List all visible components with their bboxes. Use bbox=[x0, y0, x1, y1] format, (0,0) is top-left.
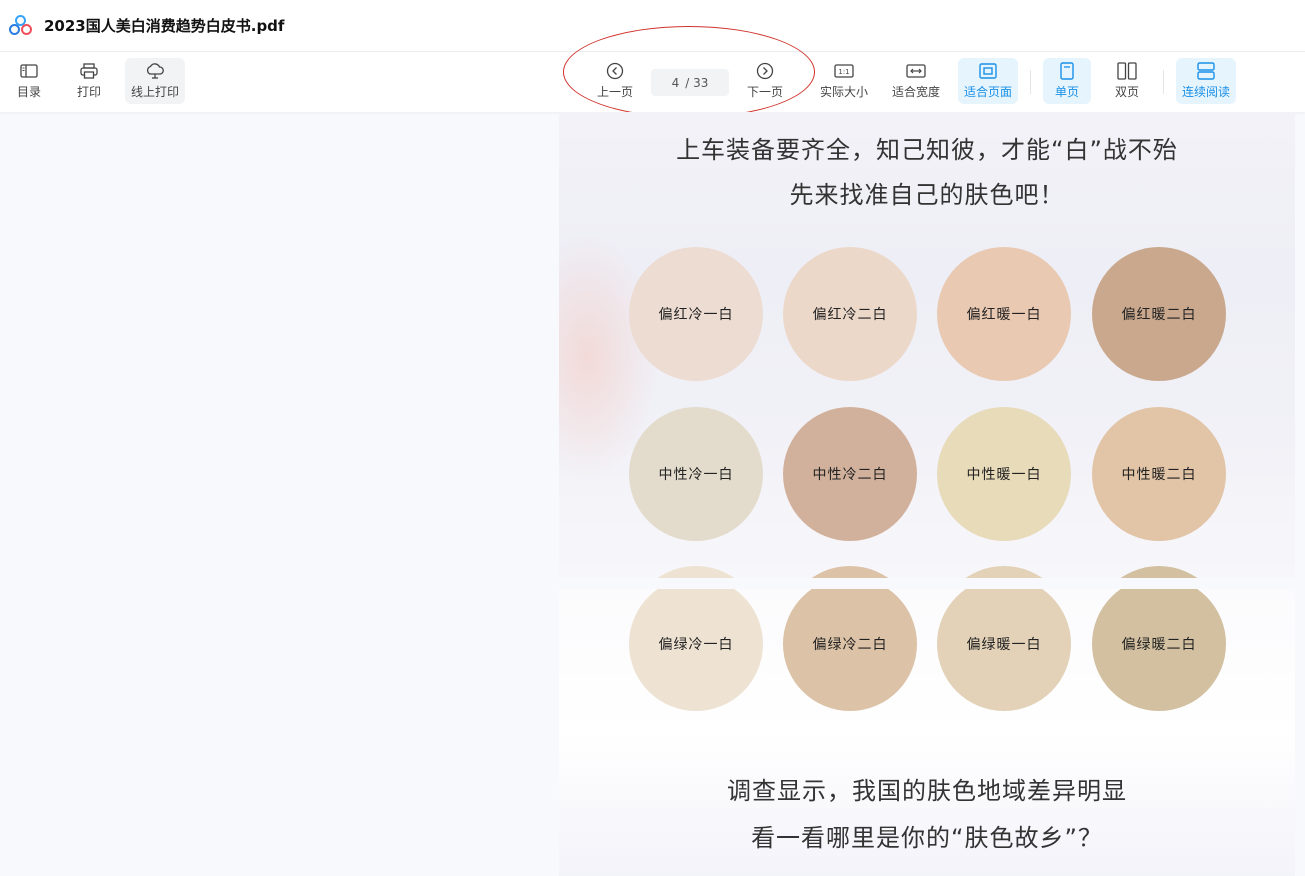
fit-width-icon bbox=[906, 62, 926, 80]
skin-tone-swatch: 中性暖一白 bbox=[937, 407, 1071, 541]
pdf-page: 偏绿冷一白 偏绿冷二白 偏绿暖一白 偏绿暖二白 调查显示，我国的肤色地域差异明显… bbox=[559, 589, 1295, 876]
single-page-label: 单页 bbox=[1054, 85, 1079, 99]
single-page-button[interactable]: 单页 bbox=[1043, 58, 1091, 104]
toolbar-divider bbox=[1030, 70, 1031, 94]
continuous-read-label: 连续阅读 bbox=[1181, 85, 1230, 99]
pdf-page: 上车装备要齐全，知己知彼，才能“白”战不殆 先来找准自己的肤色吧！ 偏红冷一白 … bbox=[559, 112, 1295, 578]
toolbar: 目录 打印 线上打印 上一页 4 / 33 下一页 1:1 实际大小 适合宽度 … bbox=[0, 52, 1305, 112]
skin-tone-swatch-partial bbox=[937, 566, 1071, 578]
chevron-left-circle-icon bbox=[606, 62, 624, 80]
continuous-read-button[interactable]: 连续阅读 bbox=[1176, 58, 1236, 104]
skin-tone-swatch: 偏红冷一白 bbox=[629, 247, 763, 381]
page-headline-4: 看一看哪里是你的“肤色故乡”？ bbox=[751, 824, 1103, 852]
skin-tone-swatch: 中性冷一白 bbox=[629, 407, 763, 541]
toolbar-divider bbox=[1163, 70, 1164, 94]
toc-label: 目录 bbox=[16, 85, 41, 99]
print-label: 打印 bbox=[76, 85, 101, 99]
total-pages: / 33 bbox=[685, 75, 709, 90]
skin-tone-swatch: 偏红暖二白 bbox=[1092, 247, 1226, 381]
skin-tone-swatch: 偏红冷二白 bbox=[783, 247, 917, 381]
skin-tone-swatch-partial bbox=[1092, 566, 1226, 578]
document-title: 2023国人美白消费趋势白皮书.pdf bbox=[44, 17, 285, 35]
fit-page-label: 适合页面 bbox=[963, 85, 1012, 99]
current-page-input[interactable]: 4 bbox=[672, 76, 680, 90]
actual-size-label: 实际大小 bbox=[819, 85, 868, 99]
online-print-label: 线上打印 bbox=[130, 85, 179, 99]
cloud-icon bbox=[145, 62, 165, 80]
fit-page-button[interactable]: 适合页面 bbox=[958, 58, 1018, 104]
chevron-right-circle-icon bbox=[756, 62, 774, 80]
page-headline-1: 上车装备要齐全，知己知彼，才能“白”战不殆 bbox=[676, 136, 1178, 164]
skin-tone-swatch: 偏绿冷一白 bbox=[629, 589, 763, 711]
skin-tone-swatch-partial bbox=[629, 566, 763, 578]
actual-size-icon: 1:1 bbox=[834, 62, 854, 80]
app-logo-icon bbox=[9, 14, 33, 37]
page-headline-3: 调查显示，我国的肤色地域差异明显 bbox=[727, 777, 1127, 805]
fit-width-label: 适合宽度 bbox=[891, 85, 940, 99]
skin-tone-swatch: 偏绿暖一白 bbox=[937, 589, 1071, 711]
skin-tone-swatch: 偏红暖一白 bbox=[937, 247, 1071, 381]
double-page-label: 双页 bbox=[1114, 85, 1139, 99]
page-number-box[interactable]: 4 / 33 bbox=[651, 69, 729, 96]
skin-tone-swatch: 偏绿冷二白 bbox=[783, 589, 917, 711]
prev-page-button[interactable]: 上一页 bbox=[592, 58, 638, 104]
toc-button[interactable]: 目录 bbox=[8, 58, 50, 104]
skin-tone-swatch: 中性暖二白 bbox=[1092, 407, 1226, 541]
printer-icon bbox=[80, 62, 98, 80]
actual-size-button[interactable]: 1:1 实际大小 bbox=[815, 58, 873, 104]
online-print-button[interactable]: 线上打印 bbox=[125, 58, 185, 104]
print-button[interactable]: 打印 bbox=[68, 58, 110, 104]
continuous-read-icon bbox=[1197, 62, 1215, 80]
skin-tone-swatch-partial bbox=[783, 566, 917, 578]
skin-tone-swatch: 中性冷二白 bbox=[783, 407, 917, 541]
fit-page-icon bbox=[979, 62, 997, 80]
svg-text:1:1: 1:1 bbox=[838, 68, 849, 76]
sidebar-icon bbox=[20, 62, 38, 80]
page-headline-2: 先来找准自己的肤色吧！ bbox=[789, 181, 1065, 209]
prev-page-label: 上一页 bbox=[596, 85, 633, 99]
next-page-button[interactable]: 下一页 bbox=[742, 58, 788, 104]
title-bar: 2023国人美白消费趋势白皮书.pdf bbox=[0, 0, 1305, 52]
fit-width-button[interactable]: 适合宽度 bbox=[887, 58, 945, 104]
next-page-label: 下一页 bbox=[746, 85, 783, 99]
skin-tone-swatch: 偏绿暖二白 bbox=[1092, 589, 1226, 711]
double-page-button[interactable]: 双页 bbox=[1103, 58, 1151, 104]
double-page-icon bbox=[1117, 62, 1137, 80]
single-page-icon bbox=[1060, 62, 1074, 80]
